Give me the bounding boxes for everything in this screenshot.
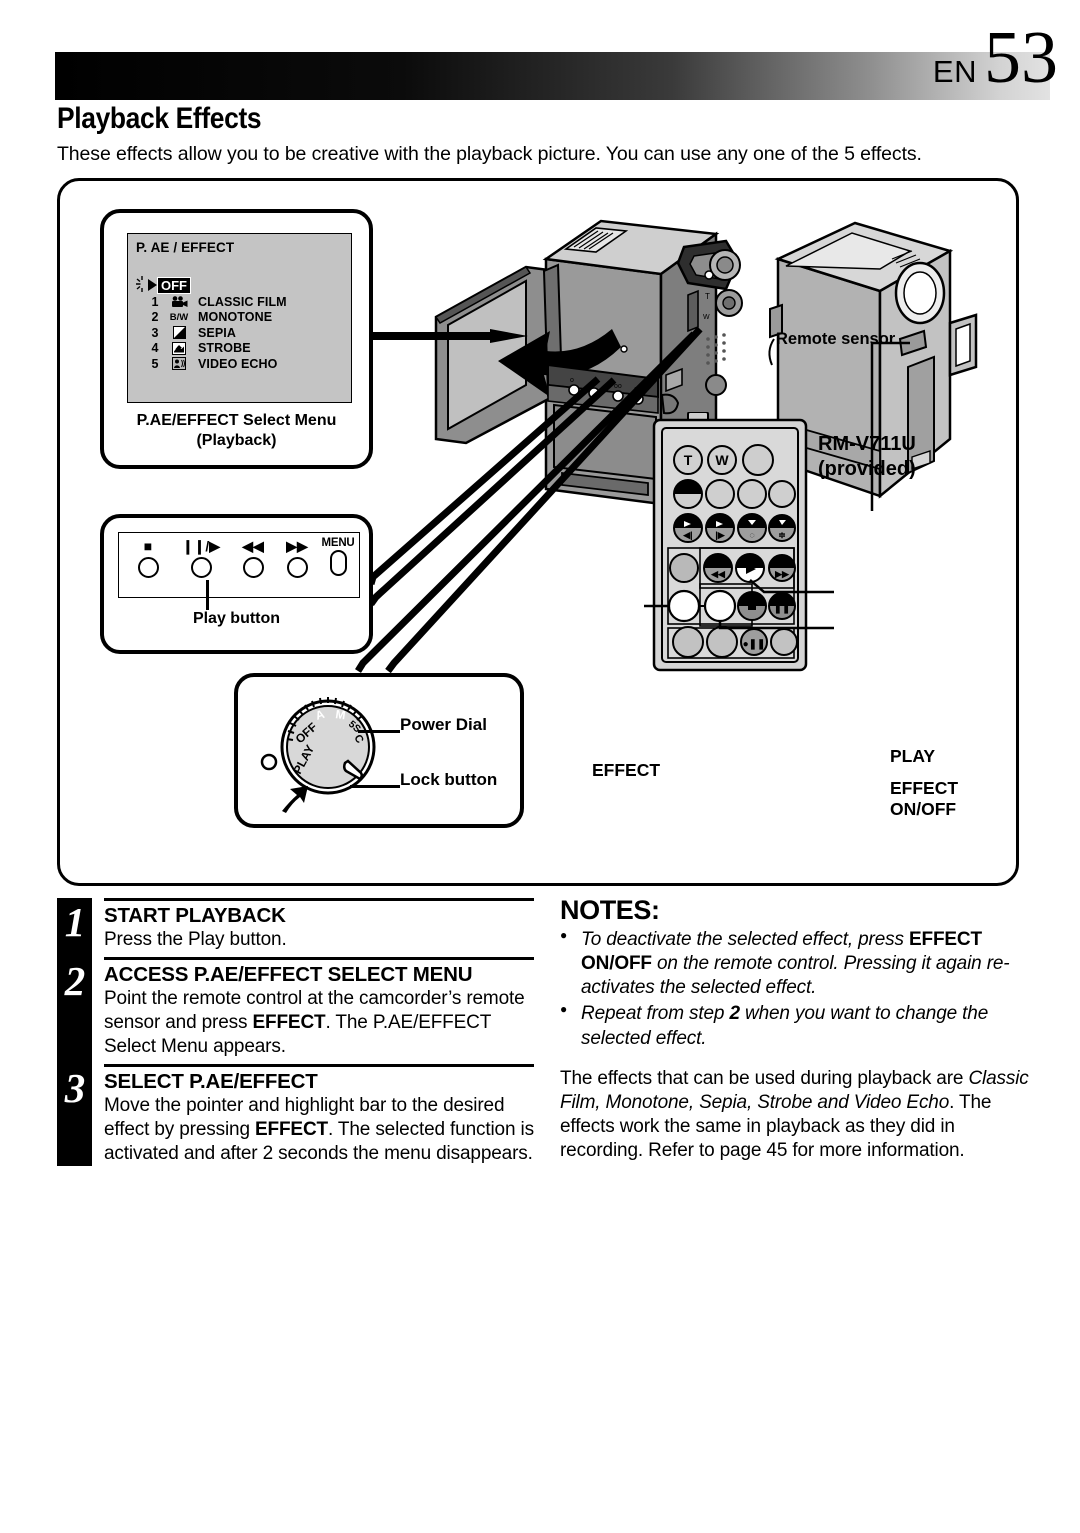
remote-effect-label: EFFECT [592,760,661,780]
menu-item-label: STROBE [198,341,251,356]
steps-list: 1 START PLAYBACK Press the Play button. … [57,898,534,1166]
menu-pointer-icon [148,279,157,291]
sepia-icon [166,326,192,340]
note-pre: Repeat from step [581,1003,730,1025]
button-oval [329,550,347,576]
power-dial[interactable]: PLAY OFF A M 5S C [260,689,390,819]
fast-forward-button[interactable]: ▶▶ [278,539,316,578]
menu-callout-box: P. AE / EFFECT OFF 1 CLASSIC FILM 2 B/W … [100,209,373,469]
classic-film-icon [166,295,192,308]
lock-button-label: Lock button [400,770,498,789]
notes-para-pre: The effects that can be used during play… [560,1067,969,1089]
menu-item-row[interactable]: 3 SEPIA [144,325,344,341]
step-number: 3 [64,1064,86,1111]
illustration-frame: P. AE / EFFECT OFF 1 CLASSIC FILM 2 B/W … [57,178,1019,886]
power-dial-label: Power Dial [400,715,487,734]
menu-item-number: 5 [151,356,159,371]
menu-item-row[interactable]: 5 VIDEO ECHO [144,356,344,372]
step-number: 1 [64,899,86,945]
menu-item-off[interactable]: OFF [136,276,344,294]
notes-title: NOTES: [560,895,660,925]
step-3: 3 SELECT P.AE/EFFECT Move the pointer an… [57,1063,534,1166]
note-item: Repeat from step 2 when you want to chan… [560,1002,1030,1050]
menu-item-number: 1 [151,294,159,309]
stop-icon: ■ [143,538,153,554]
step-body: Move the pointer and highlight bar to th… [104,1094,534,1166]
camcorder-button-strip: ■ ❙❙/▶ ◀◀ ▶▶ MENU [118,532,360,598]
play-button-caption: Play button [192,610,281,627]
button-circle [137,557,159,578]
button-circle [242,557,264,578]
menu-item-row[interactable]: 1 CLASSIC FILM [144,294,344,310]
note-pre: To deactivate the selected effect, press [581,929,909,950]
rewind-icon: ◀◀ [242,538,264,554]
menu-item-label: MONOTONE [198,310,273,325]
power-dial-leader [358,730,400,733]
page-title: Playback Effects [57,102,262,135]
menu-item-number: 3 [151,325,159,340]
language-code: EN [932,54,977,89]
menu-item-list: OFF 1 CLASSIC FILM 2 B/W MONOTONE 3 SEPI… [136,276,344,372]
remote-model-name: RM-V711U (provided) [818,432,916,482]
menu-button[interactable]: MENU [318,537,358,576]
remote-play-label: PLAY [890,746,936,766]
step-body: Press the Play button. [104,929,287,950]
menu-off-label: OFF [157,276,191,294]
bw-icon: B/W [169,311,189,323]
menu-item-label: CLASSIC FILM [198,294,287,309]
dial-label-m: M [335,707,347,722]
remote-model-line1: RM-V711U [818,433,916,455]
menu-callout-caption: P.AE/EFFECT Select Menu (Playback) [104,411,369,450]
step-body-bold: EFFECT [252,1011,326,1033]
button-circle [190,557,212,578]
step-number: 2 [64,957,86,1004]
button-circle [286,557,308,578]
pae-effect-menu-screen: P. AE / EFFECT OFF 1 CLASSIC FILM 2 B/W … [127,233,352,403]
note-bold: 2 [729,1003,740,1025]
note-item: To deactivate the selected effect, press… [560,928,1030,1000]
menu-caption-line1: P.AE/EFFECT Select Menu [136,412,337,429]
strobe-icon [166,341,192,355]
rewind-button[interactable]: ◀◀ [234,539,272,578]
step-heading: ACCESS P.AE/EFFECT SELECT MENU [104,962,473,986]
menu-item-row[interactable]: 4 STROBE [144,341,344,357]
lock-button-leader [350,785,400,788]
menu-screen-title: P. AE / EFFECT [136,240,235,255]
notes-paragraph: The effects that can be used during play… [560,1067,1030,1164]
menu-item-row[interactable]: 2 B/W MONOTONE [144,310,344,326]
header-gradient-bar [55,52,1050,100]
power-dial-callout-box: PLAY OFF A M 5S C Power Dial Lock button [234,673,524,828]
menu-item-label: SEPIA [198,325,237,340]
notes-section: NOTES: To deactivate the selected effect… [560,895,1030,1163]
remote-model-line2: (provided) [818,457,916,480]
play-button-leader-line [206,580,209,610]
intro-paragraph: These effects allow you to be creative w… [57,143,922,165]
effect-onoff-line2: ON/OFF [890,799,957,819]
menu-item-number: 4 [151,341,159,356]
menu-button-label: MENU [321,537,355,549]
page-number: 53 [984,17,1058,99]
play-pause-icon: ❙❙/▶ [181,538,221,554]
menu-caption-line2: (Playback) [196,431,277,449]
play-button-callout-box: ■ ❙❙/▶ ◀◀ ▶▶ MENU Play button [100,514,373,654]
step-heading: START PLAYBACK [104,904,286,927]
menu-item-label: VIDEO ECHO [198,356,278,371]
stop-button[interactable]: ■ [131,539,165,578]
fast-forward-icon: ▶▶ [286,538,308,554]
remote-effect-onoff-label: EFFECT ON/OFF [890,778,958,820]
step-body-bold: EFFECT [255,1118,328,1140]
play-pause-button[interactable]: ❙❙/▶ [179,539,223,578]
step-body: Point the remote control at the camcorde… [104,987,534,1059]
blink-indicator-icon [136,276,143,292]
step-heading: SELECT P.AE/EFFECT [104,1069,318,1093]
menu-item-number: 2 [151,310,159,325]
effect-onoff-line1: EFFECT [890,778,959,798]
step-1: 1 START PLAYBACK Press the Play button. [57,898,534,952]
video-echo-icon [166,357,192,371]
page-marker: EN 53 [932,17,1058,99]
step-2: 2 ACCESS P.AE/EFFECT SELECT MENU Point t… [57,956,534,1059]
